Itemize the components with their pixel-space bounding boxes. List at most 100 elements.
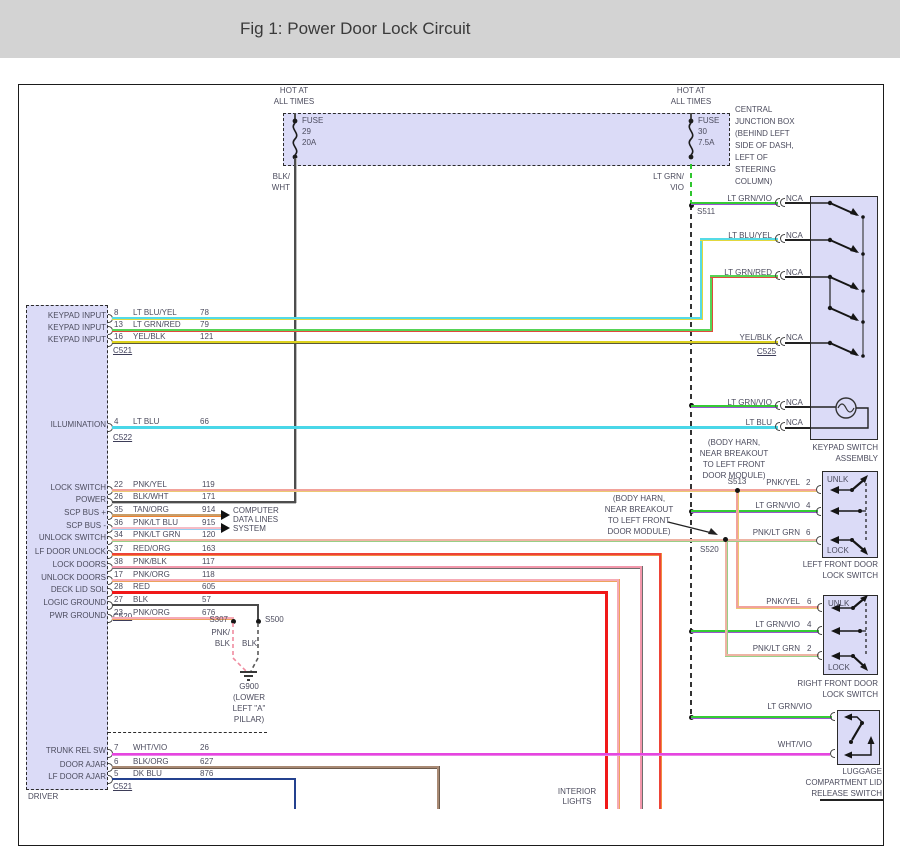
- wire-label: LT GRN/VIO: [702, 194, 772, 203]
- pin-function-label: ILLUMINATION: [30, 420, 106, 429]
- pin-number: 38: [114, 557, 123, 566]
- circuit-number: 876: [200, 769, 213, 778]
- wire-label: PNK/LT GRN: [730, 528, 800, 537]
- fuse-rating: 20A: [302, 138, 316, 147]
- pin-number: 22: [114, 480, 123, 489]
- wire-name: YEL/BLK: [133, 332, 165, 341]
- pin-function-label: LOGIC GROUND: [30, 598, 106, 607]
- left-switch-name: LEFT FRONT DOOR: [778, 560, 878, 569]
- cjb-label: STEERING: [735, 165, 776, 174]
- wire-name: LT GRN/RED: [133, 320, 181, 329]
- pin-number: 28: [114, 582, 123, 591]
- body-harn-note: NEAR BREAKOUT: [596, 505, 682, 514]
- circuit-number: 915: [202, 518, 215, 527]
- ground-wires-icon: [220, 614, 280, 686]
- wire-label: PNK/LT GRN: [730, 644, 800, 653]
- wire-name: BLK: [133, 595, 148, 604]
- p in-number: 6: [806, 528, 810, 537]
- pin-number: 2: [806, 478, 810, 487]
- keypad-assembly-name: ASSEMBLY: [778, 454, 878, 463]
- wire-pnk-yel-branch: [736, 606, 819, 609]
- power-door-lock-circuit-page: { "title": "Fig 1: Power Door Lock Circu…: [0, 0, 900, 809]
- circuit-number: 120: [202, 530, 215, 539]
- wire-blk-org: [112, 766, 439, 769]
- splice-label-s520: S520: [700, 545, 719, 554]
- pin-number: 6: [807, 597, 811, 606]
- all-times-label: ALL TIMES: [660, 97, 722, 106]
- wire-name: RED: [133, 582, 150, 591]
- pin-function-label: TRUNK REL SW: [30, 746, 106, 755]
- pin-function-label: DOOR AJAR: [30, 760, 106, 769]
- pin-function-label: UNLOCK DOORS: [30, 573, 106, 582]
- wire-label-lt-grn-vio: LT GRN/: [644, 172, 684, 181]
- wire-label-lt-grn-vio: VIO: [644, 183, 684, 192]
- pin-bracket: [816, 485, 821, 494]
- wire-name: BLK/ORG: [133, 757, 169, 766]
- wire-name: LT BLU: [133, 417, 159, 426]
- right-switch-name: LOCK SWITCH: [778, 690, 878, 699]
- note-pointer-arrow-icon: [666, 518, 722, 540]
- cjb-label: LEFT OF: [735, 153, 768, 162]
- pin-bracket: [830, 712, 835, 721]
- pin-number: 13: [114, 320, 123, 329]
- wire-label: YEL/BLK: [702, 333, 772, 342]
- ground-location: LEFT "A": [226, 704, 272, 713]
- pin-stub: [785, 342, 810, 344]
- circuit-number: 57: [202, 595, 211, 604]
- pin-number: 4: [806, 501, 810, 510]
- pin-function-label: KEYPAD INPUT: [30, 335, 106, 344]
- wire-pnk-blk: [112, 566, 642, 569]
- circuit-number: 914: [202, 505, 215, 514]
- cjb-label: SIDE OF DASH,: [735, 141, 794, 150]
- connector-label-c521: C521: [113, 782, 132, 791]
- pin-function-label: UNLOCK SWITCH: [30, 533, 106, 542]
- wire-lt-blu: [112, 426, 778, 429]
- central-junction-box: [283, 113, 730, 166]
- hot-at-label: HOT AT: [660, 86, 722, 95]
- wire-lt-grn-vio-dashed: [690, 164, 692, 205]
- wire-name: PNK/LT GRN: [133, 530, 180, 539]
- pin-number: 6: [114, 757, 118, 766]
- wire-label: LT GRN/VIO: [730, 620, 800, 629]
- wire-label: LT GRN/VIO: [742, 702, 812, 711]
- unlk-label: UNLK: [828, 599, 849, 608]
- pin-bracket: [816, 507, 821, 516]
- hot-at-label: HOT AT: [263, 86, 325, 95]
- connector-label-c522: C522: [113, 433, 132, 442]
- splice-label-s511: S511: [697, 207, 715, 216]
- circuit-number: 171: [202, 492, 215, 501]
- terminal-label-nca: NCA: [786, 418, 803, 427]
- wire-lt-grn-red: [112, 329, 713, 332]
- pin-number: 34: [114, 530, 123, 539]
- ground-location: (LOWER: [226, 693, 272, 702]
- wire-pnk-yel: [112, 489, 817, 492]
- connector-label-c521: C521: [113, 346, 132, 355]
- wire-lt-grn-vio: [691, 716, 832, 719]
- data-line-arrow-icon: [221, 523, 230, 533]
- wire-lt-blu-yel: [700, 239, 703, 319]
- wire-pnk-lt-grn-branch: [725, 654, 819, 657]
- pin-number: 4: [807, 620, 811, 629]
- lock-label: LOCK: [827, 546, 849, 555]
- circuit-number: 117: [202, 557, 215, 566]
- pin-function-label: LOCK DOORS: [30, 560, 106, 569]
- connector-label-c525: C525: [757, 347, 776, 356]
- splice-dot-s513: [735, 488, 740, 493]
- body-harn-note: (BODY HARN,: [596, 494, 682, 503]
- interior-lights-note: LIGHTS: [550, 797, 604, 806]
- wire-pnk-lt-grn-branch: [725, 539, 728, 656]
- cjb-label: COLUMN): [735, 177, 772, 186]
- wire-tan-org: [112, 514, 222, 517]
- pin-number: 2: [807, 644, 811, 653]
- wire-label: PNK/YEL: [730, 478, 800, 487]
- pin-bracket: [817, 603, 822, 612]
- pin-number: 37: [114, 544, 123, 553]
- pin-bracket: [817, 651, 822, 660]
- cutoff-component-edge: [820, 799, 883, 801]
- cjb-label: CENTRAL: [735, 105, 772, 114]
- lock-label: LOCK: [828, 663, 850, 672]
- body-harn-note: TO LEFT FRONT: [690, 460, 778, 469]
- pin-function-label: LOCK SWITCH: [30, 483, 106, 492]
- data-line-arrow-icon: [221, 510, 230, 520]
- figure-title: Fig 1: Power Door Lock Circuit: [240, 19, 471, 39]
